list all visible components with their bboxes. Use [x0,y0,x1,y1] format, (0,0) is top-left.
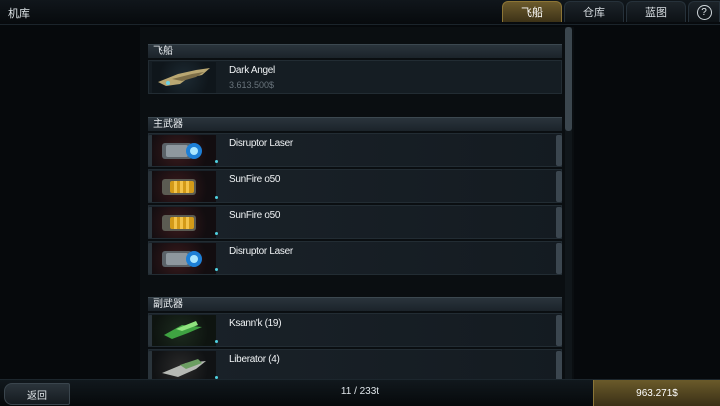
tab-warehouse[interactable]: 仓库 [564,1,624,22]
tab-ships[interactable]: 飞船 [502,1,562,22]
missile-icon-grey [152,351,216,382]
status-dot [215,340,218,343]
help-button[interactable]: ? [688,1,720,22]
item-right-edge [556,171,562,202]
section-header-secondary: 副武器 [148,297,562,311]
ship-icon [152,62,216,93]
item-right-edge [556,315,562,346]
top-bar: 机库 飞船 仓库 蓝图 ? [0,0,720,25]
page-title: 机库 [8,8,30,20]
item-name: Liberator (4) [229,354,280,365]
missile-icon-green [152,315,216,346]
item-right-edge [556,135,562,166]
list-item-primary-2[interactable]: SunFire o50 [148,169,562,203]
status-dot [215,196,218,199]
help-icon: ? [696,4,712,20]
list-item-secondary-1[interactable]: Ksann'k (19) [148,313,562,347]
list-item-ship[interactable]: Dark Angel 3.613.500$ [148,60,562,94]
credits-display: 963.271$ [593,380,720,406]
status-dot [215,232,218,235]
status-dot [215,160,218,163]
item-name: Dark Angel [229,65,275,76]
cargo-capacity: 11 / 233t [340,386,380,397]
item-name: Disruptor Laser [229,138,293,149]
list-item-primary-1[interactable]: Disruptor Laser [148,133,562,167]
item-price: 3.613.500$ [229,80,275,90]
section-header-ship: 飞船 [148,44,562,58]
tab-blueprints[interactable]: 蓝图 [626,1,686,22]
laser-icon [152,135,216,166]
item-right-edge [556,207,562,238]
scrollbar[interactable] [565,27,572,379]
scrollbar-thumb[interactable] [565,27,572,131]
cannon-icon [152,207,216,238]
back-button[interactable]: 返回 [4,383,70,405]
status-dot [215,268,218,271]
item-name: SunFire o50 [229,210,281,221]
bottom-bar: 返回 11 / 233t 963.271$ [0,379,720,406]
tab-bar: 飞船 仓库 蓝图 ? [500,0,720,24]
section-header-primary: 主武器 [148,117,562,131]
item-name: Disruptor Laser [229,246,293,257]
laser-icon [152,243,216,274]
item-name: SunFire o50 [229,174,281,185]
item-right-edge [556,243,562,274]
list-item-primary-3[interactable]: SunFire o50 [148,205,562,239]
list-item-primary-4[interactable]: Disruptor Laser [148,241,562,275]
item-name: Ksann'k (19) [229,318,282,329]
cannon-icon [152,171,216,202]
item-right-edge [556,351,562,382]
list-item-secondary-2[interactable]: Liberator (4) [148,349,562,383]
